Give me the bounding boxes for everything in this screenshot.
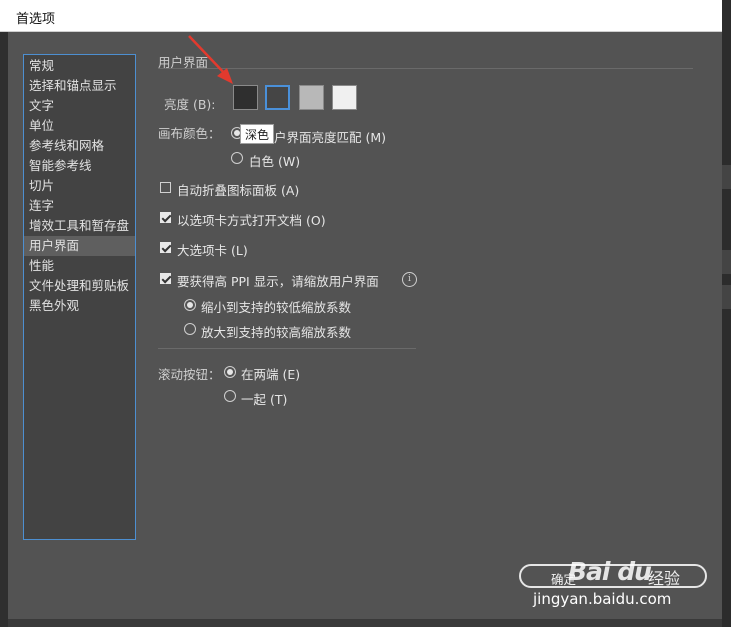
sidebar-item-units[interactable]: 单位 <box>24 116 135 136</box>
canvas-white-label[interactable]: 白色 (W) <box>249 151 300 170</box>
sidebar-item-black-appearance[interactable]: 黑色外观 <box>24 296 135 316</box>
sidebar-item-plugins-scratch[interactable]: 增效工具和暂存盘 <box>24 216 135 236</box>
annotation-arrow-icon <box>188 35 233 84</box>
background-panel-tab <box>722 250 731 274</box>
divider <box>158 348 416 349</box>
large-tabs-checkbox[interactable] <box>160 242 171 253</box>
baidu-watermark-logo: Bai du <box>568 557 652 586</box>
sidebar-item-performance[interactable]: 性能 <box>24 256 135 276</box>
sidebar-item-hyphenation[interactable]: 连字 <box>24 196 135 216</box>
background-panel-tab <box>722 165 731 189</box>
sidebar-item-slices[interactable]: 切片 <box>24 176 135 196</box>
canvas-color-label: 画布颜色： <box>158 126 221 141</box>
auto-collapse-label[interactable]: 自动折叠图标面板 (A) <box>177 180 299 199</box>
scale-down-label[interactable]: 缩小到支持的较低缩放系数 <box>201 297 351 316</box>
background-window-edge-right <box>722 0 731 627</box>
background-panel-tab <box>722 285 731 309</box>
sidebar-item-type[interactable]: 文字 <box>24 96 135 116</box>
open-tabs-checkbox[interactable] <box>160 212 171 223</box>
tooltip: 深色 <box>240 124 274 144</box>
hi-ppi-label[interactable]: 要获得高 PPI 显示，请缩放用户界面 <box>177 271 379 290</box>
sidebar-item-smart-guides[interactable]: 智能参考线 <box>24 156 135 176</box>
title-bar[interactable]: 首选项 <box>0 0 722 32</box>
sidebar-item-file-clipboard[interactable]: 文件处理和剪贴板 <box>24 276 135 296</box>
scroll-ends-label[interactable]: 在两端 (E) <box>241 364 300 383</box>
brightness-swatch-light[interactable] <box>299 85 324 110</box>
scale-down-radio[interactable] <box>184 299 196 311</box>
sidebar-item-general[interactable]: 常规 <box>24 56 135 76</box>
scale-up-label[interactable]: 放大到支持的较高缩放系数 <box>201 322 351 341</box>
window-title: 首选项 <box>16 12 56 27</box>
sidebar-item-user-interface[interactable]: 用户界面 <box>24 236 135 256</box>
canvas-match-label[interactable]: 户界面亮度匹配 (M) <box>274 127 386 146</box>
brightness-swatch-lightest[interactable] <box>332 85 357 110</box>
brightness-label: 亮度 (B): <box>164 97 216 112</box>
sidebar-item-selection-anchor[interactable]: 选择和锚点显示 <box>24 76 135 96</box>
auto-collapse-checkbox[interactable] <box>160 182 171 193</box>
open-tabs-label[interactable]: 以选项卡方式打开文档 (O) <box>177 210 326 229</box>
scroll-together-radio[interactable] <box>224 390 236 402</box>
info-icon[interactable]: i <box>402 272 417 287</box>
scroll-together-label[interactable]: 一起 (T) <box>241 389 287 408</box>
canvas-white-radio[interactable] <box>231 152 243 164</box>
watermark-url: jingyan.baidu.com <box>533 590 672 608</box>
category-list[interactable]: 常规 选择和锚点显示 文字 单位 参考线和网格 智能参考线 切片 连字 增效工具… <box>23 54 136 540</box>
background-window-edge <box>0 0 8 627</box>
large-tabs-label[interactable]: 大选项卡 (L) <box>177 240 248 259</box>
sidebar-item-guides-grid[interactable]: 参考线和网格 <box>24 136 135 156</box>
brightness-swatch-dark[interactable] <box>265 85 290 110</box>
scroll-ends-radio[interactable] <box>224 366 236 378</box>
scale-up-radio[interactable] <box>184 323 196 335</box>
scroll-buttons-label: 滚动按钮： <box>158 367 221 382</box>
watermark-jingyan: 经验 <box>648 569 681 588</box>
hi-ppi-checkbox[interactable] <box>160 273 171 284</box>
